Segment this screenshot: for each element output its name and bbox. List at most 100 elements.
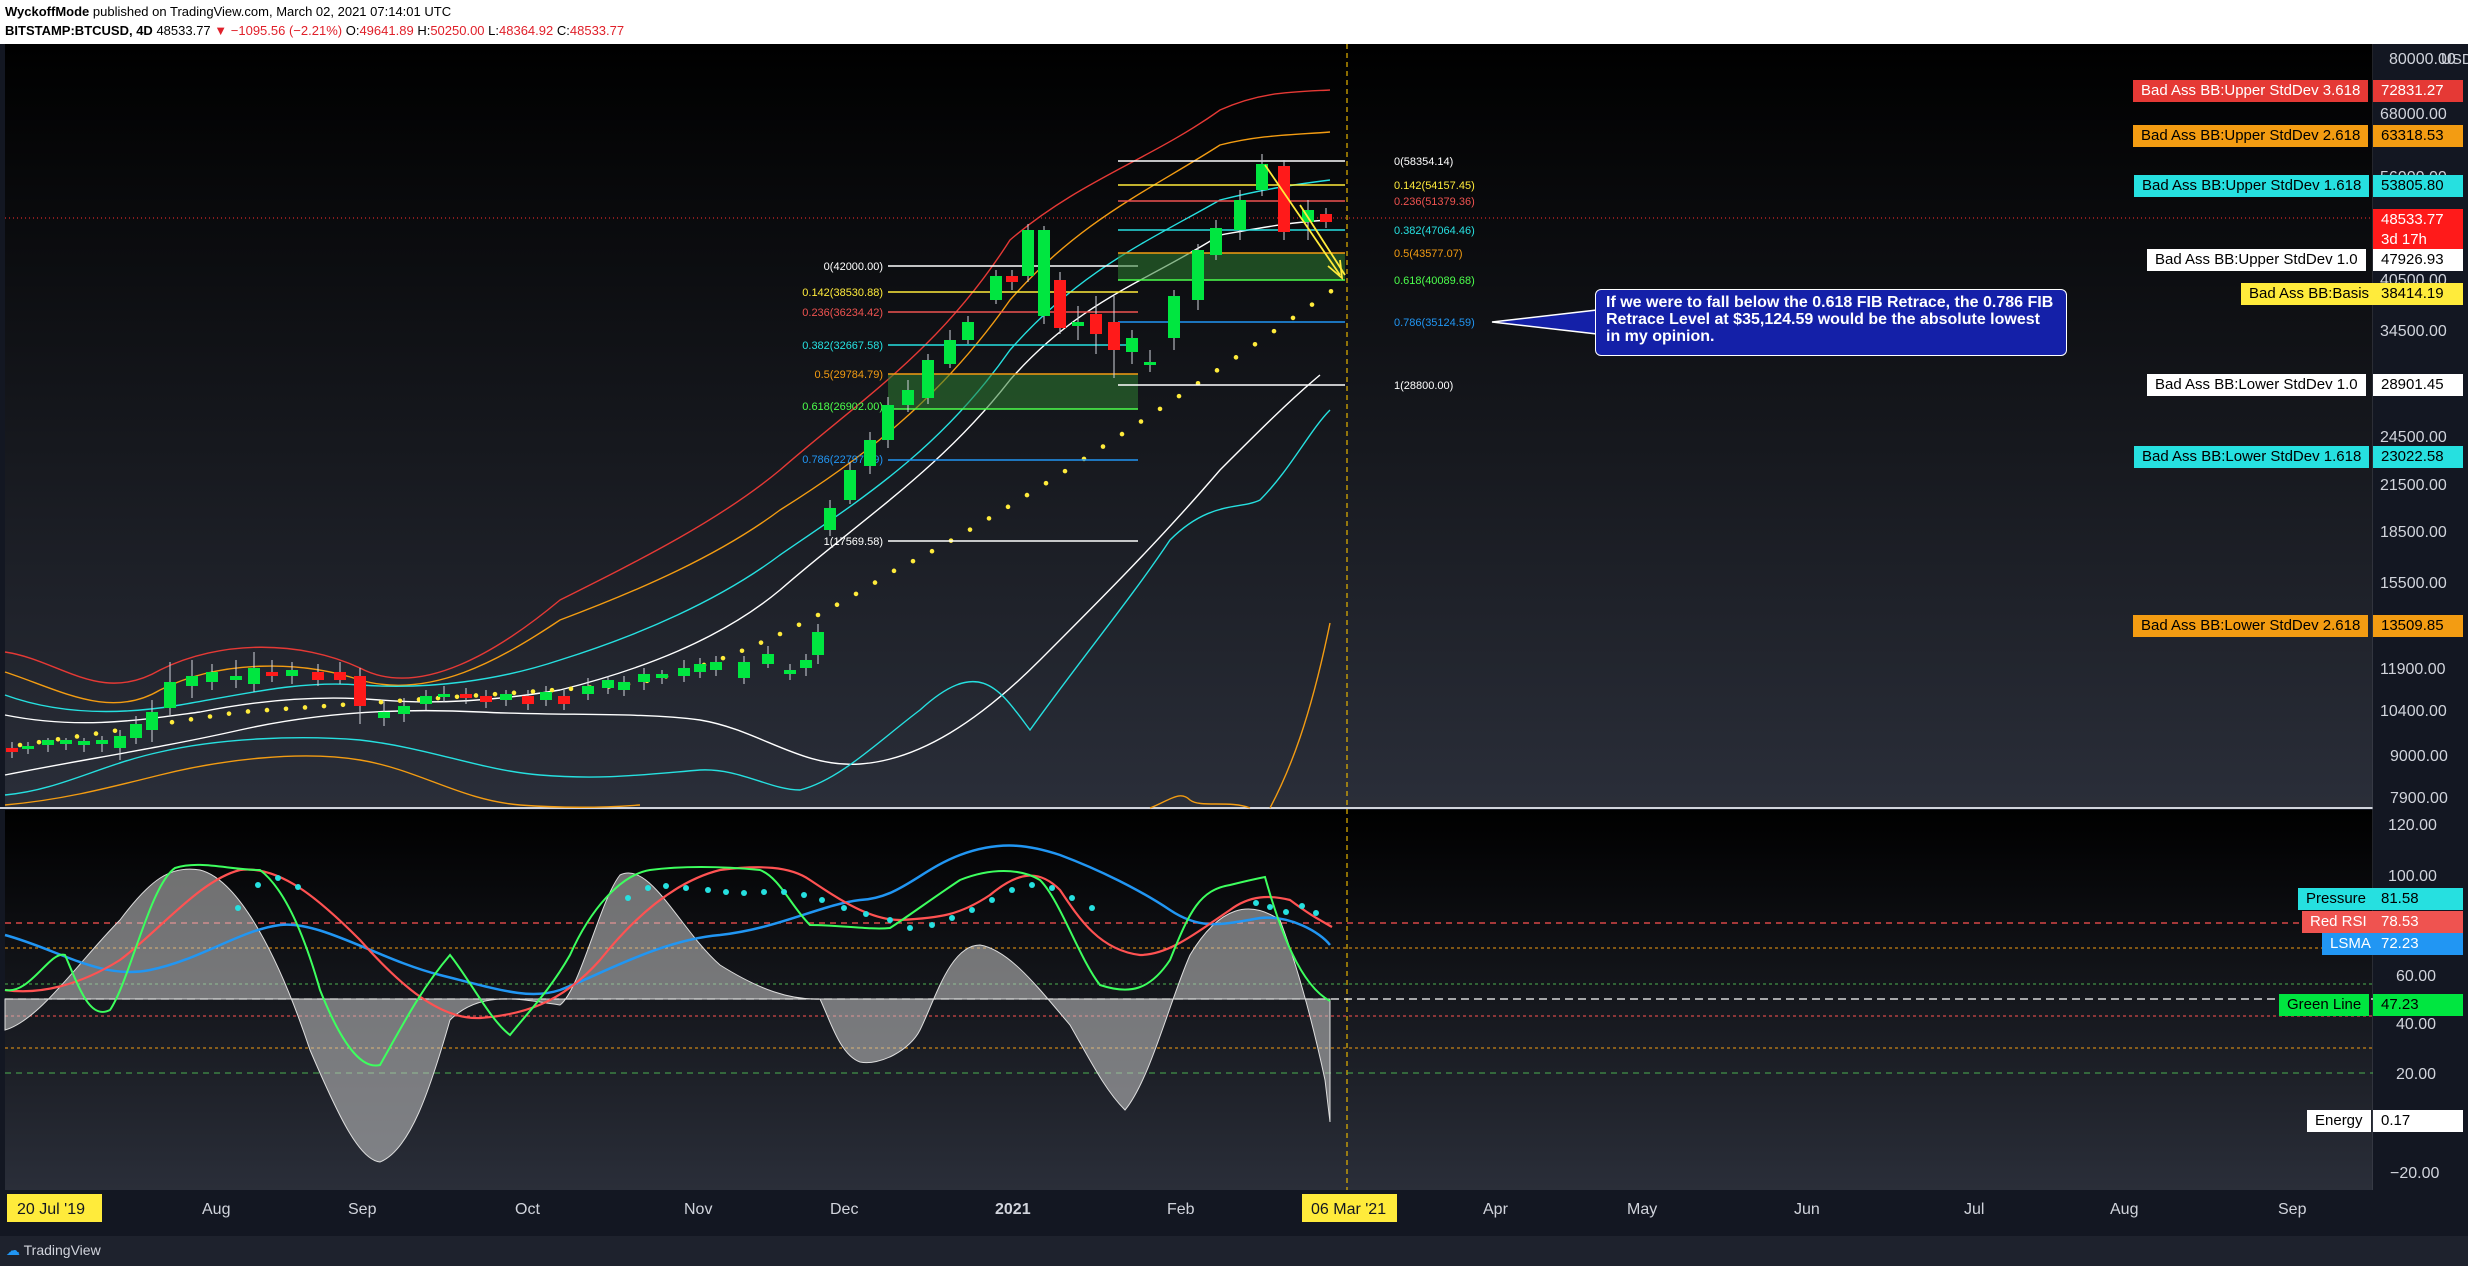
candle-down[interactable] — [1108, 322, 1120, 350]
candle-down[interactable] — [522, 696, 534, 704]
bb-upper-3618-label: Bad Ass BB:Upper StdDev 3.618 — [2133, 80, 2369, 102]
candle-up[interactable] — [882, 405, 894, 440]
close-value: 48533.77 — [569, 23, 625, 38]
candle-up[interactable] — [1126, 338, 1138, 352]
candle-up[interactable] — [248, 668, 260, 684]
basis-dot — [720, 655, 726, 661]
candle-up[interactable] — [1072, 322, 1084, 326]
currency-label[interactable]: USD — [2441, 51, 2468, 68]
candle-up[interactable] — [678, 668, 690, 676]
candle-up[interactable] — [420, 696, 432, 704]
candle-down[interactable] — [558, 696, 570, 704]
candle-up[interactable] — [146, 712, 158, 730]
lsma-value: 72.23 — [2373, 933, 2463, 955]
candle-up[interactable] — [186, 676, 198, 686]
basis-dot — [511, 690, 517, 696]
annotation-callout[interactable]: If we were to fall below the 0.618 FIB R… — [1595, 289, 2067, 356]
candle-up[interactable] — [902, 390, 914, 405]
candle-up[interactable] — [130, 724, 142, 738]
pressure-dot — [295, 884, 301, 890]
candle-up[interactable] — [1168, 296, 1180, 338]
candle-down[interactable] — [312, 672, 324, 680]
candle-up[interactable] — [286, 670, 298, 676]
basis-dot — [1233, 355, 1239, 360]
candle-down[interactable] — [1054, 280, 1066, 328]
basis-dot — [1043, 480, 1049, 486]
chart-canvas[interactable]: 0(42000.00) 0.142(38530.88) 0.236(36234.… — [0, 44, 2468, 1236]
candle-up[interactable] — [206, 672, 218, 682]
candle-down[interactable] — [6, 748, 18, 752]
candle-down[interactable] — [1006, 276, 1018, 282]
candle-up[interactable] — [78, 741, 90, 745]
candle-up[interactable] — [844, 470, 856, 500]
candle-down[interactable] — [354, 676, 366, 706]
candle-up[interactable] — [824, 508, 836, 530]
candle-up[interactable] — [114, 736, 126, 748]
candle-up[interactable] — [784, 670, 796, 674]
candle-up[interactable] — [922, 360, 934, 398]
candle-down[interactable] — [1090, 314, 1102, 334]
pressure-dot — [645, 885, 651, 891]
candle-up[interactable] — [694, 664, 706, 672]
ohlc-line: BITSTAMP:BTCUSD, 4D 48533.77 ▼ −1095.56 … — [5, 22, 624, 40]
price-tick: 15500.00 — [2380, 575, 2447, 592]
pressure-dot — [801, 892, 807, 898]
candle-up[interactable] — [962, 322, 974, 340]
candle-up[interactable] — [1192, 250, 1204, 300]
candle-up[interactable] — [22, 746, 34, 749]
high-value: 50250.00 — [430, 23, 485, 38]
candle-up[interactable] — [540, 692, 552, 700]
candle-up[interactable] — [42, 740, 54, 745]
candle-up[interactable] — [812, 632, 824, 655]
candle-up[interactable] — [398, 706, 410, 714]
price-tick: 21500.00 — [2380, 477, 2447, 494]
candle-down[interactable] — [266, 672, 278, 676]
candle-up[interactable] — [864, 440, 876, 466]
pressure-dot — [907, 925, 913, 931]
author-name[interactable]: WyckoffMode — [5, 4, 89, 19]
candle-up[interactable] — [638, 674, 650, 682]
candle-up[interactable] — [438, 694, 450, 697]
pressure-dot — [1253, 900, 1259, 906]
tradingview-logo[interactable]: ☁ TradingView — [6, 1242, 101, 1259]
candle-down[interactable] — [480, 696, 492, 702]
candle-up[interactable] — [164, 682, 176, 708]
time-tick: Jul — [1964, 1201, 1984, 1218]
candle-up[interactable] — [762, 654, 774, 664]
basis-dot — [1024, 492, 1030, 498]
candle-up[interactable] — [1022, 230, 1034, 276]
candle-up[interactable] — [990, 276, 1002, 300]
basis-dot — [929, 548, 935, 554]
candle-up[interactable] — [1144, 362, 1156, 365]
candle-up[interactable] — [618, 682, 630, 690]
basis-dot — [378, 699, 384, 705]
candle-up[interactable] — [944, 340, 956, 364]
candle-up[interactable] — [96, 740, 108, 744]
candle-up[interactable] — [60, 740, 72, 744]
pressure-dot — [683, 885, 689, 891]
candle-up[interactable] — [656, 674, 668, 678]
time-tick: Apr — [1483, 1201, 1509, 1218]
candle-down[interactable] — [334, 672, 346, 680]
candle-up[interactable] — [738, 662, 750, 678]
basis-dot — [74, 734, 80, 739]
candle-up[interactable] — [1234, 200, 1246, 230]
candle-up[interactable] — [1210, 228, 1222, 255]
candle-down[interactable] — [460, 694, 472, 698]
candle-up[interactable] — [800, 660, 812, 668]
candle-up[interactable] — [582, 686, 594, 694]
basis-dot — [549, 687, 555, 693]
fib2-label-05: 0.5(43577.07) — [1394, 248, 1463, 260]
candle-up[interactable] — [378, 712, 390, 718]
candle-down[interactable] — [1320, 214, 1332, 222]
basis-dot — [17, 742, 23, 748]
candle-up[interactable] — [1038, 230, 1050, 316]
pressure-dot — [929, 922, 935, 928]
candle-up[interactable] — [500, 694, 512, 700]
candle-up[interactable] — [230, 676, 242, 680]
symbol-label[interactable]: BITSTAMP:BTCUSD, 4D — [5, 23, 153, 38]
pressure-dot — [1299, 903, 1305, 909]
candle-up[interactable] — [710, 662, 722, 670]
candle-up[interactable] — [602, 680, 614, 688]
fib2-label-0382: 0.382(47064.46) — [1394, 225, 1475, 237]
